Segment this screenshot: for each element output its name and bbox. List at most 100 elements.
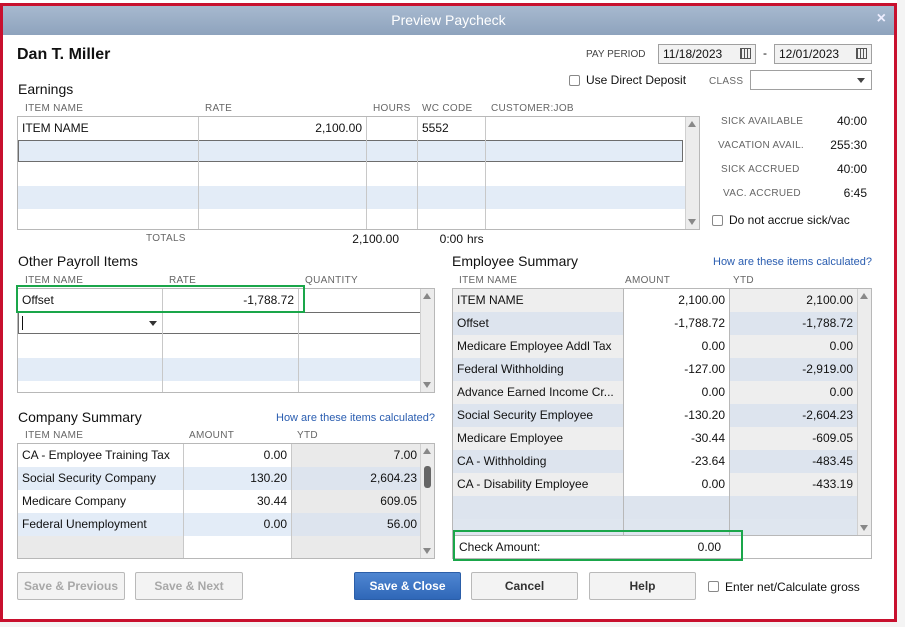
earnings-grid[interactable]: ITEM NAME 2,100.00 5552: [17, 116, 700, 230]
company-scrollbar[interactable]: [420, 444, 434, 558]
table-row-editing[interactable]: [18, 312, 421, 334]
table-row[interactable]: [18, 358, 421, 381]
earnings-customer-cell[interactable]: [486, 117, 686, 140]
direct-deposit-label[interactable]: Use Direct Deposit: [586, 73, 686, 87]
table-row: CA - Employee Training Tax 0.00 7.00: [18, 444, 421, 467]
check-amount-highlight: [453, 530, 743, 561]
table-row: Federal Withholding -127.00 -2,919.00: [453, 358, 857, 381]
employee-ytd-cell: 2,100.00: [806, 293, 853, 307]
table-row[interactable]: [18, 186, 686, 209]
employee-scrollbar[interactable]: [857, 289, 871, 535]
earnings-header-customer: CUSTOMER:JOB: [491, 103, 574, 114]
scroll-up-icon[interactable]: [423, 448, 431, 454]
company-amount-cell: 130.20: [250, 471, 287, 485]
vac-accrued-label: VAC. ACCRUED: [723, 188, 801, 199]
scroll-up-icon[interactable]: [688, 121, 696, 127]
totals-label: TOTALS: [146, 233, 186, 244]
employee-ytd-cell: -2,919.00: [802, 362, 853, 376]
chevron-down-icon[interactable]: [857, 78, 865, 83]
earnings-header-wc: WC CODE: [422, 103, 473, 114]
employee-ytd-cell: -609.05: [812, 431, 853, 445]
employee-amount-cell: -130.20: [624, 404, 729, 427]
pay-period-label: PAY PERIOD: [586, 49, 646, 60]
earnings-hours-cell[interactable]: [367, 117, 417, 140]
scroll-up-icon[interactable]: [860, 293, 868, 299]
pay-period-start-field[interactable]: 11/18/2023: [658, 44, 756, 64]
table-row[interactable]: ITEM NAME 2,100.00 5552: [18, 117, 686, 140]
table-row[interactable]: [18, 335, 421, 358]
employee-header-ytd: YTD: [733, 275, 754, 286]
save-close-label: Save & Close: [369, 579, 446, 593]
net-gross-label[interactable]: Enter net/Calculate gross: [725, 580, 860, 594]
direct-deposit-checkbox[interactable]: [569, 75, 580, 86]
other-payroll-title: Other Payroll Items: [18, 253, 138, 269]
vac-accrued-value: 6:45: [843, 186, 867, 200]
pay-period-end-value: 12/01/2023: [779, 47, 840, 61]
sick-accrued-value: 40:00: [836, 162, 867, 176]
employee-amount-cell: -127.00: [624, 358, 729, 381]
employee-calc-link[interactable]: How are these items calculated?: [713, 256, 872, 268]
save-previous-button[interactable]: Save & Previous: [17, 572, 125, 600]
close-icon[interactable]: ×: [877, 10, 886, 28]
table-row[interactable]: [18, 209, 686, 229]
table-row[interactable]: [18, 140, 683, 162]
table-row: Medicare Employee -30.44 -609.05: [453, 427, 857, 450]
window-title: Preview Paycheck: [391, 12, 506, 28]
no-accrue-label[interactable]: Do not accrue sick/vac: [729, 213, 850, 227]
cancel-button[interactable]: Cancel: [471, 572, 578, 600]
table-row: Medicare Company 30.44 609.05: [18, 490, 421, 513]
total-hours: 0:00: [439, 232, 463, 246]
net-gross-checkbox[interactable]: [708, 581, 719, 592]
employee-item-cell: Federal Withholding: [457, 362, 564, 376]
company-item-cell: Medicare Company: [22, 494, 127, 508]
scroll-down-icon[interactable]: [860, 525, 868, 531]
help-button[interactable]: Help: [589, 572, 696, 600]
employee-item-cell: Offset: [457, 316, 489, 330]
earnings-wc-cell[interactable]: 5552: [418, 117, 485, 140]
scroll-down-icon[interactable]: [423, 548, 431, 554]
earnings-header-rate: RATE: [205, 103, 233, 114]
scroll-thumb[interactable]: [424, 466, 431, 488]
company-amount-cell: 30.44: [256, 494, 287, 508]
company-ytd-cell: 609.05: [380, 494, 417, 508]
earnings-item-cell[interactable]: ITEM NAME: [18, 117, 198, 140]
preview-paycheck-window: Preview Paycheck × Dan T. Miller PAY PER…: [0, 3, 897, 622]
earnings-rate-cell[interactable]: 2,100.00: [199, 117, 366, 140]
scroll-down-icon[interactable]: [688, 219, 696, 225]
pay-period-end-field[interactable]: 12/01/2023: [774, 44, 872, 64]
total-rate: 2,100.00: [352, 232, 399, 246]
save-next-button[interactable]: Save & Next: [135, 572, 243, 600]
table-row: Medicare Employee Addl Tax 0.00 0.00: [453, 335, 857, 358]
save-close-button[interactable]: Save & Close: [354, 572, 461, 600]
class-label: CLASS: [709, 76, 744, 87]
other-scrollbar[interactable]: [420, 289, 434, 392]
calendar-icon[interactable]: [740, 48, 751, 59]
table-row: [453, 496, 857, 519]
employee-header-item: ITEM NAME: [459, 275, 518, 286]
calendar-icon[interactable]: [856, 48, 867, 59]
earnings-scrollbar[interactable]: [685, 117, 699, 229]
table-row: Social Security Company 130.20: [18, 467, 292, 490]
help-label: Help: [629, 579, 656, 593]
chevron-down-icon[interactable]: [149, 321, 157, 326]
company-header-item: ITEM NAME: [25, 430, 84, 441]
other-quantity-cell[interactable]: [299, 289, 421, 312]
employee-amount-cell: -30.44: [624, 427, 729, 450]
employee-ytd-cell: -483.45: [812, 454, 853, 468]
table-row[interactable]: [18, 163, 686, 186]
company-calc-link[interactable]: How are these items calculated?: [276, 412, 435, 424]
employee-amount-cell: -23.64: [624, 450, 729, 473]
company-ytd-cell: 7.00: [393, 448, 417, 462]
employee-item-cell: Medicare Employee Addl Tax: [457, 339, 612, 353]
employee-item-cell: CA - Disability Employee: [457, 477, 589, 491]
no-accrue-checkbox[interactable]: [712, 215, 723, 226]
scroll-down-icon[interactable]: [423, 382, 431, 388]
pay-period-dash: -: [763, 46, 767, 60]
employee-amount-cell: 0.00: [624, 335, 729, 358]
scroll-up-icon[interactable]: [423, 293, 431, 299]
vacation-avail-value: 255:30: [830, 138, 867, 152]
vacation-avail-label: VACATION AVAIL.: [718, 140, 805, 151]
employee-summary-grid: ITEM NAME 2,100.00 2,100.00 Offset -1,788.72…: [452, 288, 872, 536]
class-dropdown[interactable]: [750, 70, 872, 90]
employee-amount-cell: 2,100.00: [624, 289, 729, 312]
